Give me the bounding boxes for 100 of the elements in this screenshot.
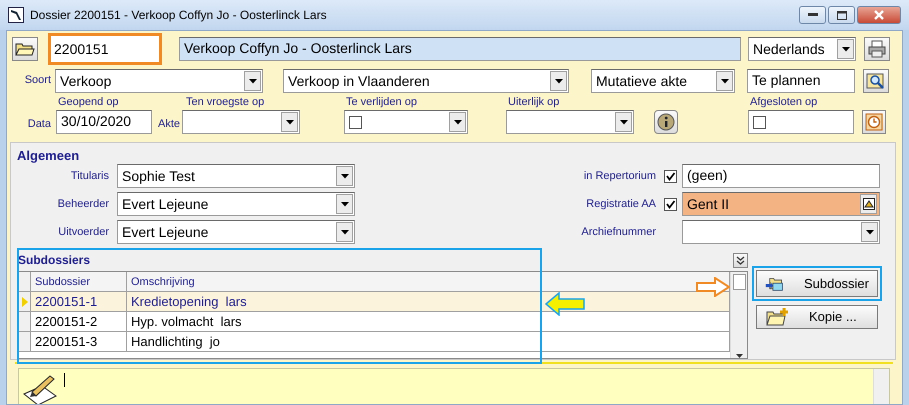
scrollbar[interactable] [873,369,889,404]
archive-dropdown[interactable] [682,220,880,244]
scrollbar[interactable] [730,272,747,358]
caret-icon [454,120,462,124]
caret-icon [620,120,628,124]
field-label: Akte [156,118,180,132]
repertorium-field[interactable]: (geen) [682,164,880,188]
caret-icon [866,230,874,235]
checkbox[interactable] [349,116,362,128]
caret-icon [842,46,850,52]
field-label: in Repertorium [584,170,656,183]
field-label: Ten vroegste op [186,96,266,110]
section-title: Subdossiers [18,252,90,268]
field-label: Uiterlijk op [508,96,560,110]
folder-plus-icon [765,307,789,328]
app-icon [8,7,24,23]
type-dropdown[interactable]: Verkoop in Vlaanderen [283,69,569,93]
scroll-thumb[interactable] [732,274,746,290]
caret-icon [554,78,562,84]
close-icon [874,10,884,20]
caret-icon [340,202,348,207]
dropdown-arrow-button[interactable] [550,71,567,91]
section-title: Algemeen [16,147,80,164]
field-label: Data [26,118,51,132]
collapse-button[interactable] [733,252,748,268]
text-cursor [64,373,65,387]
dropdown-arrow-button[interactable] [861,222,878,242]
notes-field[interactable] [18,368,890,404]
registration-field[interactable]: Gent II [682,192,880,216]
copy-button[interactable]: Kopie ... [756,305,878,330]
info-icon [657,113,675,131]
dropdown-arrow-button[interactable] [837,39,854,59]
table-cell: 2200151-1 [31,292,127,312]
clock-button[interactable] [862,110,886,134]
table-cell: Kredietopening lars [127,292,730,312]
dropdown-arrow-button[interactable] [244,71,261,91]
status-field[interactable]: Te plannen [747,69,855,93]
dropdown-arrow-button[interactable] [449,112,466,132]
field-label: Archiefnummer [581,226,656,239]
person-dropdown[interactable]: Evert Lejeune [117,220,355,244]
lookup-button[interactable] [860,194,877,214]
dropdown-arrow-button[interactable] [281,112,298,132]
field-label: Registratie AA [586,198,656,211]
person-dropdown[interactable]: Sophie Test [117,164,355,188]
minimize-button[interactable] [799,6,826,24]
dropdown-arrow-button[interactable] [615,112,632,132]
window-title: Dossier 2200151 - Verkoop Coffyn Jo - Oosterlinck Lars [30,8,327,22]
pointer-arrow [545,292,585,316]
field-label: Uitvoerder [57,226,109,239]
field-label: Te verlijden op [346,96,418,110]
dropdown-arrow-button[interactable] [336,194,353,214]
date-field[interactable]: 30/10/2020 [56,110,152,134]
printer-icon [867,40,887,58]
folder-icon [15,41,35,57]
dropdown-arrow-button[interactable] [336,166,353,186]
date-field[interactable] [748,110,854,134]
date-dropdown[interactable] [344,110,468,134]
subdossier-button[interactable]: Subdossier [756,270,878,298]
type-dropdown[interactable]: Mutatieve akte [591,69,735,93]
table-cell: 2200151-3 [31,332,127,352]
open-folder-button[interactable] [12,37,38,61]
date-dropdown[interactable] [182,110,300,134]
caret-icon [720,78,728,84]
checkbox[interactable] [664,170,677,183]
search-button[interactable] [863,69,889,93]
chevron-icon [736,256,745,265]
description-field[interactable]: Verkoop Coffyn Jo - Oosterlinck Lars [179,37,741,61]
type-dropdown[interactable]: Verkoop [55,69,263,93]
search-icon [866,72,886,90]
field-label: Afgesloten op [750,96,818,110]
table-cell: 2200151-2 [31,312,127,332]
maximize-icon [836,10,846,20]
triangle-icon [22,296,28,307]
lookup-icon [862,198,874,210]
column-header[interactable]: Omschrijving [127,272,730,292]
caret-icon [248,78,256,84]
caret-icon [340,230,348,235]
language-dropdown[interactable]: Nederlands [748,37,856,61]
print-button[interactable] [864,37,890,61]
checkbox[interactable] [664,198,677,211]
caret-icon [736,354,742,358]
maximize-button[interactable] [828,6,855,24]
info-button[interactable] [654,110,678,134]
table-cell: Hyp. volmacht lars [127,312,730,332]
checkmark-icon [665,170,676,182]
table-cell: Handlichting jo [127,332,730,352]
field-label: Beheerder [56,198,109,211]
dropdown-arrow-button[interactable] [716,71,733,91]
clock-icon [865,113,883,131]
field-label: Soort [24,74,51,88]
dropdown-arrow-button[interactable] [336,222,353,242]
column-header[interactable]: Subdossier [31,272,127,292]
dossier-number-field[interactable]: 2200151 [48,33,162,65]
checkbox[interactable] [753,116,766,128]
date-dropdown[interactable] [506,110,634,134]
person-dropdown[interactable]: Evert Lejeune [117,192,355,216]
caret-icon [340,174,348,179]
field-label: Geopend op [58,96,120,110]
pointer-arrow [696,277,730,298]
close-button[interactable] [857,6,901,24]
